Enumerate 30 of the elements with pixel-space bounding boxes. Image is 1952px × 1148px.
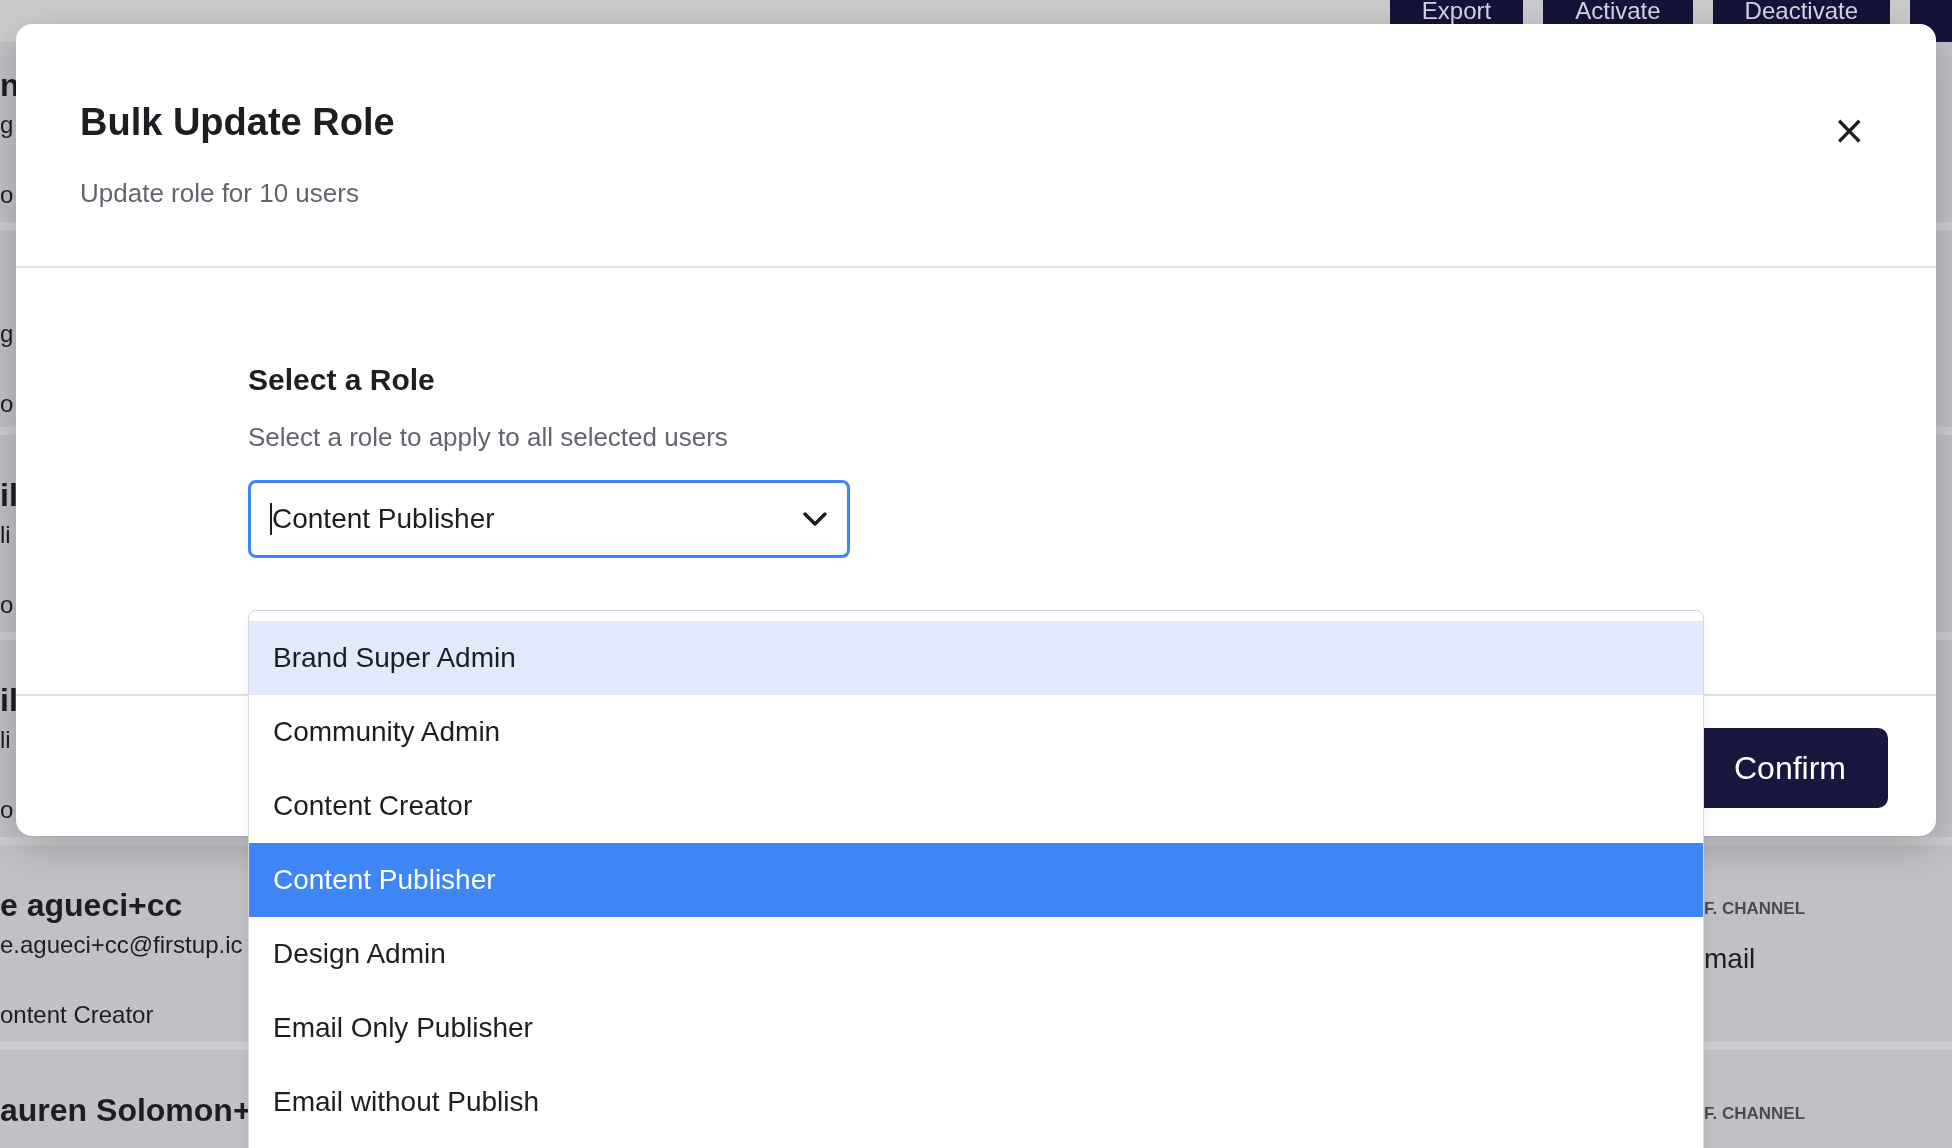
user-role: o <box>0 795 15 825</box>
user-email: g <box>0 110 15 140</box>
role-select[interactable]: Content Publisher <box>248 480 850 558</box>
user-name: il <box>0 681 18 720</box>
user-email: li <box>0 725 12 755</box>
user-name: il <box>0 476 18 515</box>
column-label: F. CHANNEL <box>1704 898 1806 920</box>
dialog-subtitle: Update role for 10 users <box>80 177 360 210</box>
user-role: o <box>0 180 15 210</box>
user-role: ontent Creator <box>0 1000 155 1030</box>
user-email: g <box>0 319 14 349</box>
dropdown-option[interactable]: Email Only Publisher <box>249 991 1703 1065</box>
user-email: li <box>0 520 12 550</box>
dropdown-option[interactable]: Content Publisher <box>249 843 1703 917</box>
close-button[interactable]: × <box>1826 110 1872 150</box>
chevron-down-icon <box>802 510 828 528</box>
column-label: F. CHANNEL <box>1704 1103 1806 1125</box>
user-role: o <box>0 389 14 419</box>
dropdown-option[interactable]: Brand Super Admin <box>249 621 1703 695</box>
user-role: o <box>0 590 15 620</box>
text-cursor <box>270 503 272 535</box>
section-title: Select a Role <box>248 362 436 398</box>
user-name: e agueci+cc <box>0 886 184 925</box>
dropdown-option[interactable]: Email without Publish <box>249 1065 1703 1139</box>
section-hint: Select a role to apply to all selected users <box>248 421 729 454</box>
dropdown-option[interactable]: Design Admin <box>249 917 1703 991</box>
user-email: e.agueci+cc@firstup.ic <box>0 930 243 960</box>
dialog-title: Bulk Update Role <box>80 100 395 145</box>
user-name: auren Solomon+ <box>0 1091 252 1130</box>
channel-value: mail <box>1704 942 1757 976</box>
